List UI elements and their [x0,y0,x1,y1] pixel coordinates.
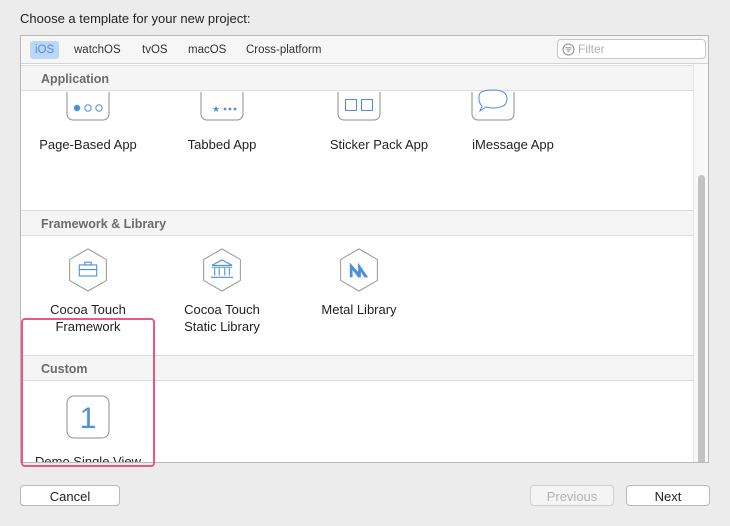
template-label: Sticker Pack App [329,137,429,152]
sticker-pack-app-icon [337,92,381,121]
template-label: iMessage App [472,137,554,152]
imessage-app-icon [471,89,515,121]
template-label: Cocoa Touch Static Library [184,302,260,334]
svg-text:★: ★ [212,105,220,115]
template-list[interactable]: Application Page-Based App ★ Tabbed App [21,64,693,462]
next-button[interactable]: Next [626,485,710,506]
template-label: Metal Library [321,302,397,317]
framework-toolbox-icon [69,248,107,292]
tab-ios[interactable]: iOS [30,41,60,59]
template-label: Demo Single View App [35,454,141,462]
tab-tvos[interactable]: tvOS [137,41,173,59]
svg-text:1: 1 [80,402,97,435]
template-label: Cocoa Touch Framework [50,302,126,334]
template-label: Page-Based App [39,137,137,152]
platform-tab-bar: iOS watchOS tvOS macOS Cross-platform [21,36,708,64]
template-chooser: iOS watchOS tvOS macOS Cross-platform Ap… [20,35,709,463]
template-label: Tabbed App [187,137,257,152]
section-header-custom: Custom [21,355,693,381]
metal-library-icon [340,248,378,292]
filter-icon [562,43,575,56]
static-library-building-icon [203,248,241,292]
filter-field[interactable] [557,39,706,59]
page-based-app-icon [66,92,110,121]
tabbed-app-icon: ★ [200,92,244,121]
dialog-heading: Choose a template for your new project: [20,11,251,26]
cancel-button[interactable]: Cancel [20,485,120,506]
vertical-scrollbar[interactable] [693,64,708,462]
filter-input[interactable] [578,41,698,57]
tab-cross-platform[interactable]: Cross-platform [241,41,326,59]
tab-macos[interactable]: macOS [183,41,231,59]
tab-watchos[interactable]: watchOS [69,41,126,59]
previous-button[interactable]: Previous [530,485,614,506]
scrollbar-thumb[interactable] [698,175,705,462]
number-one-icon: 1 [66,395,110,439]
section-header-framework-library: Framework & Library [21,210,693,236]
